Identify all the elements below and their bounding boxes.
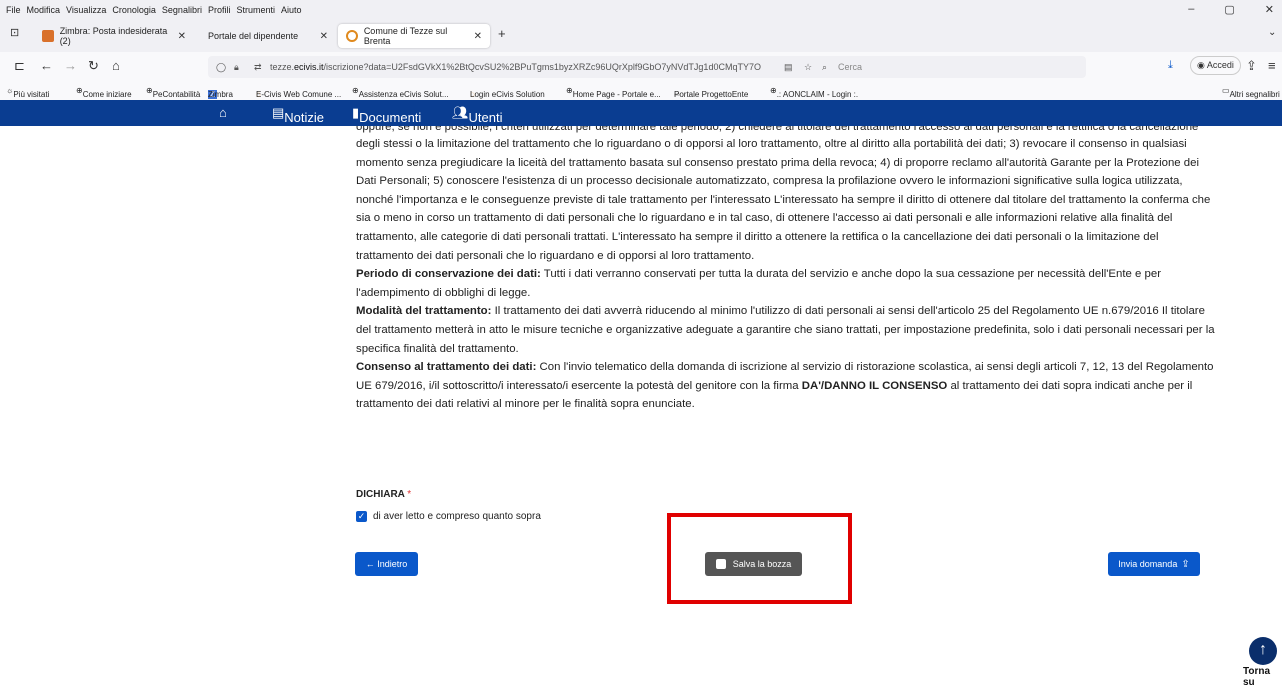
clipped-line: oppure, se non è possibile, i criteri ut… <box>356 126 1199 133</box>
paragraph-modalita: Modalità del trattamento: Il trattamento… <box>356 305 1215 355</box>
nav-notizie[interactable]: ▤ Notizie <box>272 105 324 125</box>
tab-label: Portale del dipendente <box>208 31 299 41</box>
bookmarks-bar: ☼ Più visitati ⊕ Come iniziare ⊕ PeConta… <box>0 82 1282 101</box>
close-tab-icon[interactable]: ✕ <box>320 31 328 42</box>
upload-icon: ⇪ <box>1181 558 1190 570</box>
tab-label: Comune di Tezze sul Brenta <box>363 26 448 46</box>
tab-zimbra[interactable]: Zimbra: Posta indesiderata (2) ✕ <box>34 24 194 48</box>
menu-modifica[interactable]: Modifica <box>27 5 61 15</box>
checkbox-label: di aver letto e compreso quanto sopra <box>373 511 541 522</box>
bookmark-item[interactable]: ⊕ Home Page - Portale e... <box>566 86 661 99</box>
home-icon[interactable]: ⌂ <box>112 58 120 73</box>
nav-label: Documenti <box>359 110 422 125</box>
close-tab-icon[interactable]: ✕ <box>474 31 482 42</box>
accedi-label: Accedi <box>1206 60 1234 70</box>
tab-portale-dipendente[interactable]: Portale del dipendente ✕ <box>200 24 336 48</box>
back-button[interactable]: ← Indietro <box>355 552 418 576</box>
back-to-top-label[interactable]: Torna su <box>1243 666 1282 688</box>
confirm-checkbox-row[interactable]: ✓ di aver letto e compreso quanto sopra <box>356 511 541 522</box>
tab-comune-tezze[interactable]: Comune di Tezze sul Brenta ✕ <box>338 24 490 48</box>
bookmark-other[interactable]: ▭ Altri segnalibri <box>1222 86 1280 99</box>
menu-aiuto[interactable]: Aiuto <box>281 5 302 15</box>
home-icon[interactable]: ⌂ <box>219 105 227 120</box>
paragraph-retention: Periodo di conservazione dei dati: Tutti… <box>356 268 1161 299</box>
back-to-top-icon[interactable]: ↑ <box>1249 637 1277 665</box>
forward-icon[interactable]: → <box>64 58 77 73</box>
bookmark-item[interactable]: ⊕ PeContabilità <box>146 86 200 99</box>
nav-documenti[interactable]: ▮ Documenti <box>352 105 421 125</box>
bookmark-star-icon[interactable]: ☆ <box>804 62 812 73</box>
submit-button[interactable]: Invia domanda ⇪ <box>1108 552 1200 576</box>
bookmark-item[interactable]: ⊕ Come iniziare <box>76 86 132 99</box>
paragraph-consenso: Consenso al trattamento dei dati: Con l'… <box>356 361 1214 411</box>
nav-utenti[interactable]: 👥︎ Utenti <box>452 105 502 125</box>
download-icon[interactable]: ⤓ <box>1168 59 1173 72</box>
lock-icon[interactable]: 🔒︎ <box>234 62 239 73</box>
checkbox-checked-icon[interactable]: ✓ <box>356 511 367 522</box>
back-icon[interactable]: ← <box>40 58 53 73</box>
site-nav: ⌂ ▤ Notizie ▮ Documenti 👥︎ Utenti <box>0 100 1282 126</box>
menu-strumenti[interactable]: Strumenti <box>236 5 275 15</box>
submit-label: Invia domanda <box>1118 559 1178 569</box>
bookmark-item[interactable]: ⊕ Assistenza eCivis Solut... <box>352 86 449 99</box>
shield-icon[interactable]: ◯ <box>216 62 226 73</box>
search-icon: ⌕ <box>822 61 828 72</box>
account-button[interactable]: ◉ Accedi <box>1190 56 1241 75</box>
required-marker: * <box>407 489 412 500</box>
sidebar-icon[interactable]: ⊏ <box>14 58 25 74</box>
menu-profili[interactable]: Profili <box>208 5 231 15</box>
menu-bar: File Modifica Visualizza Cronologia Segn… <box>0 0 1282 20</box>
new-tab-icon[interactable]: + <box>498 26 506 41</box>
paragraph-rights: degli stessi o la limitazione del tratta… <box>356 138 1211 262</box>
nav-bar: ⊏ ← → ↻ ⌂ ◯ 🔒︎ ⇄ tezze.ecivis.it/iscrizi… <box>0 52 1282 82</box>
menu-cronologia[interactable]: Cronologia <box>112 5 156 15</box>
highlight-box <box>667 513 852 604</box>
reader-view-icon[interactable]: ▤ <box>784 62 793 73</box>
bookmark-item[interactable]: ⊕ .: AONCLAIM - Login :. <box>770 86 858 99</box>
minimize-icon[interactable]: – <box>1188 3 1194 16</box>
bookmark-item[interactable]: ☼ Più visitati <box>6 86 49 99</box>
menu-file[interactable]: File <box>6 5 21 15</box>
tab-list-icon[interactable]: ⊡ <box>10 26 19 39</box>
dichiara-label: DICHIARA * <box>356 489 412 500</box>
share-icon[interactable]: ⇪ <box>1246 58 1257 74</box>
permissions-icon[interactable]: ⇄ <box>254 62 262 73</box>
restore-icon[interactable]: ▢ <box>1224 3 1234 16</box>
reload-icon[interactable]: ↻ <box>88 58 99 74</box>
tab-overflow-icon[interactable]: ⌄ <box>1268 27 1276 38</box>
ecivis-favicon-icon <box>346 30 358 42</box>
app-menu-icon[interactable]: ≡ <box>1268 58 1276 73</box>
close-tab-icon[interactable]: ✕ <box>178 31 186 42</box>
search-placeholder[interactable]: Cerca <box>838 62 862 72</box>
tab-bar: ⊡ Zimbra: Posta indesiderata (2) ✕ Porta… <box>0 20 1282 52</box>
tab-label: Zimbra: Posta indesiderata (2) <box>59 26 168 46</box>
menu-visualizza[interactable]: Visualizza <box>66 5 106 15</box>
zimbra-favicon-icon <box>42 30 54 42</box>
url-text: tezze.ecivis.it/iscrizione?data=U2FsdGVk… <box>270 62 761 72</box>
url-bar[interactable]: ◯ 🔒︎ ⇄ tezze.ecivis.it/iscrizione?data=U… <box>208 56 1086 78</box>
nav-label: Notizie <box>284 110 325 125</box>
menu-segnalibri[interactable]: Segnalibri <box>162 5 202 15</box>
nav-label: Utenti <box>468 110 503 125</box>
close-window-icon[interactable]: ✕ <box>1265 3 1274 16</box>
privacy-text: oppure, se non è possibile, i criteri ut… <box>356 126 1216 414</box>
